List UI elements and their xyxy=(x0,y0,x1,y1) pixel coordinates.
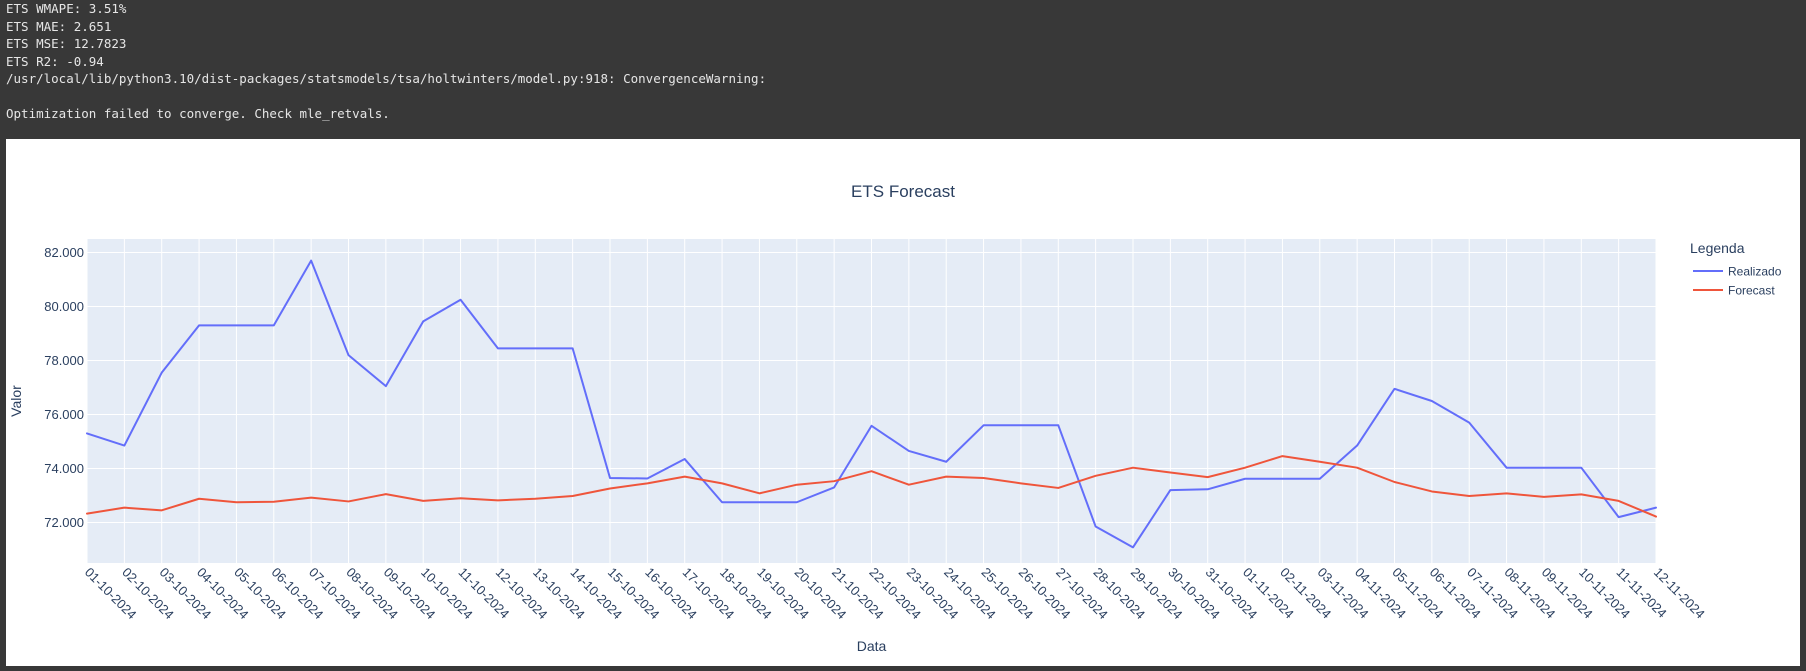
legend-label-forecast[interactable]: Forecast xyxy=(1728,284,1775,298)
console-line-warning-message: Optimization failed to converge. Check m… xyxy=(6,106,390,121)
legend-title: Legenda xyxy=(1690,240,1745,256)
y-tick-label: 74.000 xyxy=(44,461,84,476)
console-output: ETS WMAPE: 3.51% ETS MAE: 2.651 ETS MSE:… xyxy=(0,0,1806,139)
y-tick-label: 82.000 xyxy=(44,245,84,260)
x-tick-labels: 01-10-202402-10-202403-10-202404-10-2024… xyxy=(82,565,1708,623)
y-tick-label: 72.000 xyxy=(44,515,84,530)
chart-title: ETS Forecast xyxy=(851,182,955,201)
console-line-mae: ETS MAE: 2.651 xyxy=(6,18,112,34)
console-line-wmape: ETS WMAPE: 3.51% xyxy=(6,1,127,16)
plot-container: 72.000 74.000 76.000 78.000 80.000 82.000 01-… xyxy=(6,139,1800,666)
y-axis-label: Valor xyxy=(8,385,24,417)
ets-forecast-chart: 72.000 74.000 76.000 78.000 80.000 82.000 01-… xyxy=(8,182,1782,654)
x-axis-label: Data xyxy=(857,638,887,654)
y-tick-label: 78.000 xyxy=(44,353,84,368)
console-line-warning-path: /usr/local/lib/python3.10/dist-packages/… xyxy=(6,71,767,86)
console-line-mse: ETS MSE: 12.7823 xyxy=(6,36,127,51)
y-tick-label: 80.000 xyxy=(44,299,84,314)
legend-label-realizado[interactable]: Realizado xyxy=(1728,265,1782,279)
legend: Legenda Realizado Forecast xyxy=(1690,240,1782,298)
console-line-r2: ETS R2: -0.94 xyxy=(6,53,104,69)
y-tick-label: 76.000 xyxy=(44,407,84,422)
y-tick-labels: 72.000 74.000 76.000 78.000 80.000 82.000 xyxy=(44,245,84,530)
